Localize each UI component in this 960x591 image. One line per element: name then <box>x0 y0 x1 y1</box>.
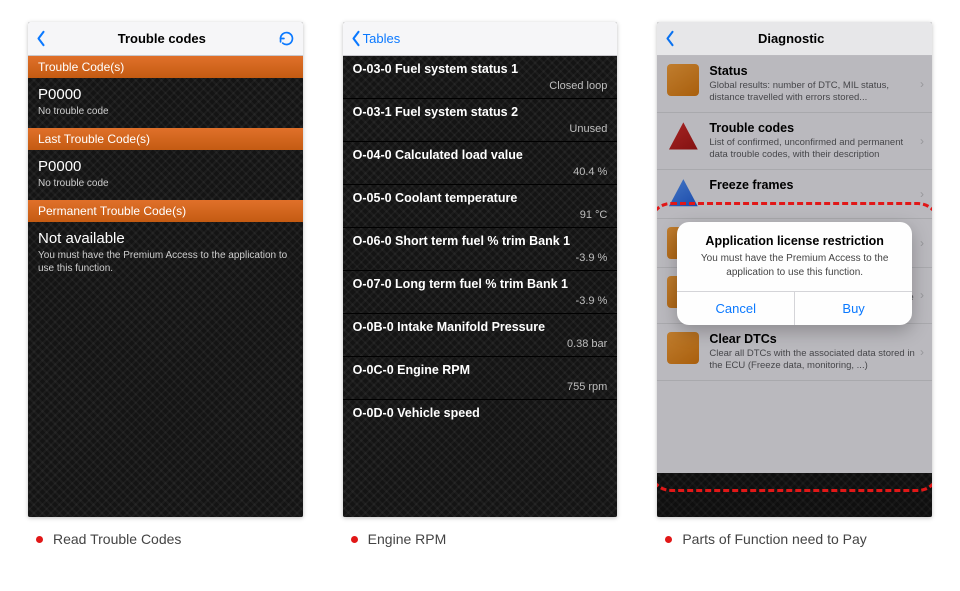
back-label: Tables <box>363 31 401 46</box>
code-entry[interactable]: P0000 No trouble code <box>28 150 303 200</box>
code-entry[interactable]: Not available You must have the Premium … <box>28 222 303 285</box>
row-value: Closed loop <box>353 80 608 92</box>
row-value: -3.9 % <box>353 252 608 264</box>
row-value: -3.9 % <box>353 295 608 307</box>
table-row[interactable]: O-0C-0 Engine RPM 755 rpm <box>343 356 618 399</box>
row-label: O-0D-0 Vehicle speed <box>353 406 608 420</box>
chevron-left-icon <box>665 30 675 47</box>
chevron-left-icon <box>36 30 46 47</box>
caption: Engine RPM <box>343 531 618 547</box>
alert-message: You must have the Premium Access to the … <box>677 252 912 291</box>
code-desc: No trouble code <box>38 105 293 118</box>
row-value: 40.4 % <box>353 166 608 178</box>
row-label: O-07-0 Long term fuel % trim Bank 1 <box>353 277 608 291</box>
phone-diagnostic: Diagnostic StatusGlobal results: number … <box>657 22 932 517</box>
section-header: Trouble Code(s) <box>28 56 303 78</box>
row-value: 755 rpm <box>353 381 608 393</box>
navbar: Diagnostic <box>657 22 932 56</box>
buy-button[interactable]: Buy <box>795 292 912 325</box>
page-title: Diagnostic <box>758 31 824 46</box>
section-header: Permanent Trouble Code(s) <box>28 200 303 222</box>
code-desc: No trouble code <box>38 177 293 190</box>
code-entry[interactable]: P0000 No trouble code <box>28 78 303 128</box>
navbar: Trouble codes <box>28 22 303 56</box>
back-button[interactable] <box>665 30 675 47</box>
section-header: Last Trouble Code(s) <box>28 128 303 150</box>
code-value: P0000 <box>38 86 293 103</box>
navbar: Tables <box>343 22 618 56</box>
row-label: O-0B-0 Intake Manifold Pressure <box>353 320 608 334</box>
caption: Parts of Function need to Pay <box>657 531 932 547</box>
row-value: 91 °C <box>353 209 608 221</box>
table-row[interactable]: O-03-1 Fuel system status 2 Unused <box>343 98 618 141</box>
row-value: 0.38 bar <box>353 338 608 350</box>
row-value: Unused <box>353 123 608 135</box>
back-button[interactable] <box>36 30 46 47</box>
row-label: O-03-0 Fuel system status 1 <box>353 62 608 76</box>
table-row[interactable]: O-0B-0 Intake Manifold Pressure 0.38 bar <box>343 313 618 356</box>
table-row[interactable]: O-05-0 Coolant temperature 91 °C <box>343 184 618 227</box>
page-title: Trouble codes <box>118 31 206 46</box>
table-row[interactable]: O-07-0 Long term fuel % trim Bank 1 -3.9 … <box>343 270 618 313</box>
alert-title: Application license restriction <box>677 222 912 252</box>
caption-text: Engine RPM <box>368 531 447 547</box>
table-row[interactable]: O-06-0 Short term fuel % trim Bank 1 -3.9… <box>343 227 618 270</box>
chevron-left-icon <box>351 30 361 47</box>
table-row[interactable]: O-03-0 Fuel system status 1 Closed loop <box>343 56 618 98</box>
bullet-icon <box>351 536 358 543</box>
caption-text: Parts of Function need to Pay <box>682 531 866 547</box>
refresh-icon <box>278 30 295 47</box>
row-label: O-04-0 Calculated load value <box>353 148 608 162</box>
row-label: O-0C-0 Engine RPM <box>353 363 608 377</box>
bullet-icon <box>36 536 43 543</box>
bullet-icon <box>665 536 672 543</box>
table-row[interactable]: O-0D-0 Vehicle speed <box>343 399 618 426</box>
license-alert: Application license restriction You must… <box>677 222 912 325</box>
code-desc: You must have the Premium Access to the … <box>38 249 293 275</box>
code-value: P0000 <box>38 158 293 175</box>
back-button[interactable]: Tables <box>351 30 401 47</box>
code-value: Not available <box>38 230 293 247</box>
refresh-button[interactable] <box>278 30 295 47</box>
row-label: O-03-1 Fuel system status 2 <box>353 105 608 119</box>
caption-text: Read Trouble Codes <box>53 531 181 547</box>
cancel-button[interactable]: Cancel <box>677 292 795 325</box>
caption: Read Trouble Codes <box>28 531 303 547</box>
phone-tables: Tables O-03-0 Fuel system status 1 Closed… <box>343 22 618 517</box>
row-label: O-06-0 Short term fuel % trim Bank 1 <box>353 234 608 248</box>
phone-trouble-codes: Trouble codes Trouble Code(s) P0000 No t… <box>28 22 303 517</box>
table-row[interactable]: O-04-0 Calculated load value 40.4 % <box>343 141 618 184</box>
row-label: O-05-0 Coolant temperature <box>353 191 608 205</box>
